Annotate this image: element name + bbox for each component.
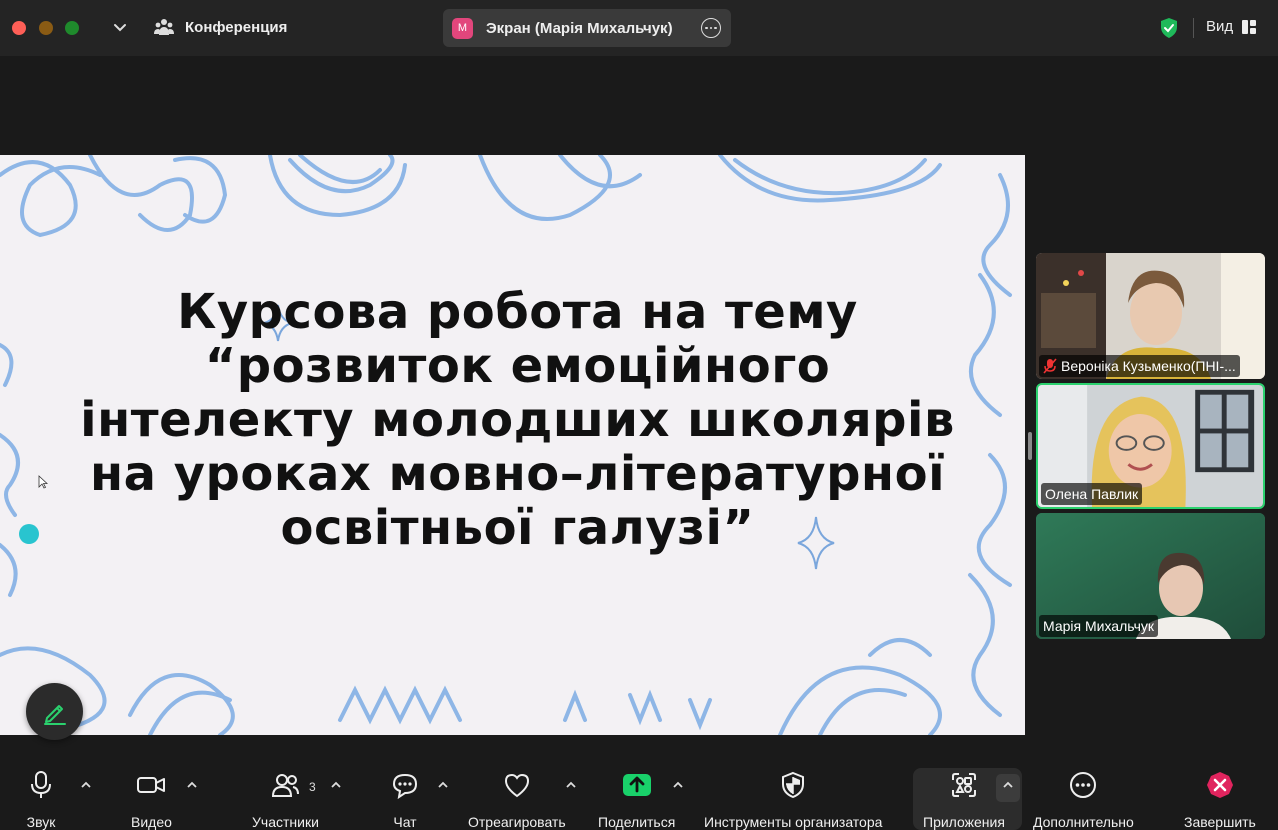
shared-screen-content: Курсова робота на тему “розвиток емоційн…: [0, 155, 1025, 735]
shared-screen-tab[interactable]: М Экран (Марія Михальчук): [443, 9, 731, 47]
share-label: Поделиться: [598, 814, 676, 830]
host-shield-icon: [782, 771, 805, 799]
meeting-toolbar: Звук Видео Участники 3 Чат Отреагировать…: [0, 760, 1278, 830]
cursor-arrow-icon: [38, 475, 48, 489]
react-button[interactable]: Отреагировать: [468, 770, 566, 830]
end-x-icon: [1206, 772, 1233, 798]
participants-label: Участники: [252, 814, 319, 830]
participant-name-tag: Марія Михальчук: [1039, 615, 1159, 637]
zoom-window-button[interactable]: [65, 21, 79, 35]
chevron-up-icon[interactable]: [437, 780, 449, 790]
participants-icon: [272, 774, 300, 797]
host-tools-button[interactable]: Инструменты организатора: [704, 770, 882, 830]
apps-button[interactable]: Приложения: [923, 770, 1005, 830]
participant-name: Олена Павлик: [1045, 486, 1139, 502]
participants-button[interactable]: Участники: [252, 770, 319, 830]
chat-button[interactable]: Чат: [390, 770, 420, 830]
share-screen-button[interactable]: Поделиться: [598, 770, 675, 830]
video-label: Видео: [131, 814, 172, 830]
chevron-up-icon[interactable]: [330, 780, 342, 790]
chevron-up-icon[interactable]: [80, 780, 92, 790]
presenter-avatar-badge: М: [452, 17, 473, 39]
minimize-window-button[interactable]: [39, 21, 53, 35]
microphone-icon: [31, 771, 51, 798]
participant-name-tag: Вероніка Кузьменко(ПНІ-...: [1039, 355, 1240, 377]
more-options-icon[interactable]: [701, 18, 721, 38]
window-edge: [1270, 60, 1278, 190]
apps-icon: [951, 773, 976, 797]
title-bar: Конференция М Экран (Марія Михальчук) Ви…: [0, 0, 1278, 56]
muted-mic-icon: [1043, 358, 1057, 374]
close-window-button[interactable]: [12, 21, 26, 35]
chevron-down-icon[interactable]: [110, 17, 130, 37]
view-menu-button[interactable]: Вид: [1206, 18, 1257, 35]
heart-icon: [504, 773, 529, 798]
participant-name: Марія Михальчук: [1043, 618, 1155, 634]
participants-count: 3: [309, 780, 316, 794]
shared-screen-label: Экран (Марія Михальчук): [486, 19, 673, 37]
laser-pointer-dot: [19, 524, 39, 544]
titlebar-divider: [1193, 18, 1194, 38]
pencil-icon: [43, 704, 66, 725]
chat-label: Чат: [393, 814, 417, 830]
view-label: Вид: [1206, 18, 1234, 35]
participant-name: Вероніка Кузьменко(ПНІ-...: [1061, 358, 1236, 374]
annotate-button[interactable]: [26, 683, 83, 740]
participant-name-tag: Олена Павлик: [1041, 483, 1143, 505]
audio-button[interactable]: Звук: [26, 770, 56, 830]
chevron-up-icon[interactable]: [672, 780, 684, 790]
participant-tile-active-speaker[interactable]: Олена Павлик: [1036, 383, 1265, 509]
conference-label: Конференция: [185, 18, 288, 36]
zoom-meeting-window: Конференция М Экран (Марія Михальчук) Ви…: [0, 0, 1278, 830]
participant-tile[interactable]: Вероніка Кузьменко(ПНІ-...: [1036, 253, 1265, 379]
chevron-up-icon[interactable]: [186, 780, 198, 790]
layout-grid-icon: [1242, 19, 1257, 34]
share-arrow-icon: [622, 774, 651, 796]
audio-label: Звук: [26, 814, 56, 830]
conference-menu[interactable]: Конференция: [153, 16, 287, 38]
chat-bubble-icon: [392, 773, 418, 800]
video-camera-icon: [137, 777, 166, 793]
more-label: Дополнительно: [1033, 814, 1134, 830]
more-button[interactable]: Дополнительно: [1033, 770, 1134, 830]
panel-resize-handle[interactable]: [1028, 432, 1032, 460]
react-label: Отреагировать: [468, 814, 566, 830]
apps-label: Приложения: [923, 814, 1005, 830]
end-label: Завершить: [1184, 814, 1256, 830]
slide-title: Курсова робота на тему “розвиток емоційн…: [80, 284, 955, 556]
people-group-icon: [154, 19, 174, 35]
host-tools-label: Инструменты организатора: [704, 814, 883, 830]
security-shield-icon[interactable]: [1157, 16, 1181, 40]
video-button[interactable]: Видео: [131, 770, 172, 830]
participant-tile[interactable]: Марія Михальчук: [1036, 513, 1265, 639]
end-meeting-button[interactable]: Завершить: [1184, 770, 1256, 830]
chevron-up-icon[interactable]: [1002, 780, 1014, 790]
chevron-up-icon[interactable]: [565, 780, 577, 790]
more-dots-icon: [1070, 772, 1097, 798]
